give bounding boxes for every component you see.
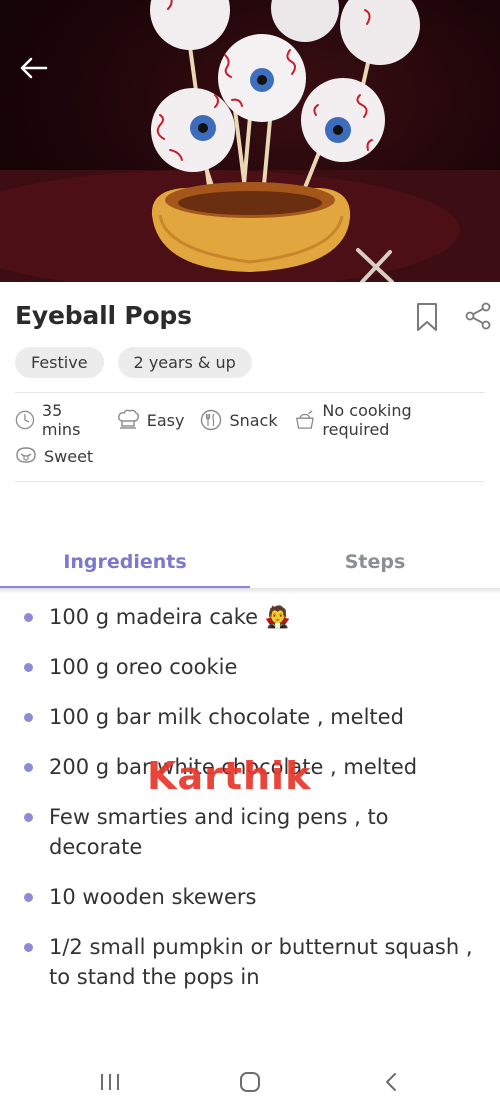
- tab-steps[interactable]: Steps: [250, 538, 500, 586]
- vampire-emoji-icon: 🧛: [264, 605, 291, 629]
- eyeball-pops-photo: [0, 0, 500, 282]
- divider: [15, 481, 485, 482]
- meta-course-label: Snack: [229, 410, 278, 430]
- meta-difficulty-label: Easy: [146, 410, 185, 430]
- list-item: 10 wooden skewers: [0, 882, 500, 912]
- tag-age[interactable]: 2 years & up: [117, 347, 252, 378]
- bullet-dot: [24, 893, 33, 902]
- list-item: Few smarties and icing pens , to decorat…: [0, 802, 500, 862]
- meta-time-label: 35 mins: [41, 401, 81, 439]
- bullet-dot: [24, 763, 33, 772]
- system-nav-bar: [0, 1052, 500, 1111]
- pot-icon: [295, 410, 314, 429]
- ingredients-list: 100 g madeira cake 🧛 100 g oreo cookie 1…: [0, 602, 500, 1012]
- recipe-tabs: Ingredients Steps: [0, 538, 500, 590]
- recipe-title: Eyeball Pops: [15, 301, 192, 330]
- recent-apps-icon: [101, 1074, 119, 1090]
- meta-difficulty: Easy: [116, 409, 185, 431]
- ingredient-text: 100 g madeira cake: [49, 605, 259, 629]
- recipe-meta: 35 mins Easy Snack No cooking required S…: [15, 401, 485, 477]
- ingredient-text: 100 g oreo cookie: [49, 655, 238, 679]
- chevron-left-icon: [386, 1073, 396, 1091]
- cutlery-icon: [201, 409, 222, 431]
- home-icon: [240, 1072, 260, 1092]
- meta-taste: Sweet: [15, 445, 93, 467]
- recipe-hero-image: [0, 0, 500, 282]
- list-item: 1/2 small pumpkin or butternut squash , …: [0, 932, 500, 992]
- bullet-dot: [24, 813, 33, 822]
- bullet-dot: [24, 713, 33, 722]
- back-arrow-icon: [20, 57, 48, 79]
- system-back-button[interactable]: [371, 1066, 411, 1098]
- home-button[interactable]: [230, 1066, 270, 1098]
- tab-shadow: [0, 588, 500, 594]
- bullet-dot: [24, 663, 33, 672]
- ingredient-text: 10 wooden skewers: [49, 885, 257, 909]
- tongue-face-icon: [16, 447, 36, 463]
- share-button[interactable]: [464, 302, 494, 332]
- recent-apps-button[interactable]: [90, 1066, 130, 1098]
- meta-time: 35 mins: [15, 401, 100, 439]
- list-item: 100 g bar milk chocolate , melted: [0, 702, 500, 732]
- bullet-dot: [24, 613, 33, 622]
- divider: [15, 392, 485, 393]
- meta-course: Snack: [200, 409, 278, 431]
- meta-taste-label: Sweet: [44, 446, 94, 466]
- ingredient-text: 100 g bar milk chocolate , melted: [49, 705, 404, 729]
- ingredient-text: 1/2 small pumpkin or butternut squash , …: [49, 935, 473, 989]
- clock-icon: [15, 410, 35, 430]
- bookmark-icon: [417, 303, 437, 331]
- meta-cooking: No cooking required: [294, 401, 469, 439]
- bookmark-button[interactable]: [415, 302, 441, 334]
- share-icon: [465, 302, 491, 330]
- bullet-dot: [24, 943, 33, 952]
- watermark-text: Karthik: [147, 754, 312, 798]
- recipe-header: Eyeball Pops: [15, 298, 491, 338]
- chef-hat-icon: [117, 409, 139, 429]
- tag-festive[interactable]: Festive: [15, 347, 104, 378]
- list-item: 100 g oreo cookie: [0, 652, 500, 682]
- meta-cooking-label: No cooking required: [322, 401, 412, 439]
- ingredient-text: Few smarties and icing pens , to decorat…: [49, 805, 389, 859]
- tab-ingredients[interactable]: Ingredients: [0, 538, 250, 586]
- list-item: 100 g madeira cake 🧛: [0, 602, 500, 632]
- recipe-tags: Festive 2 years & up: [15, 347, 252, 378]
- back-button[interactable]: [14, 50, 54, 86]
